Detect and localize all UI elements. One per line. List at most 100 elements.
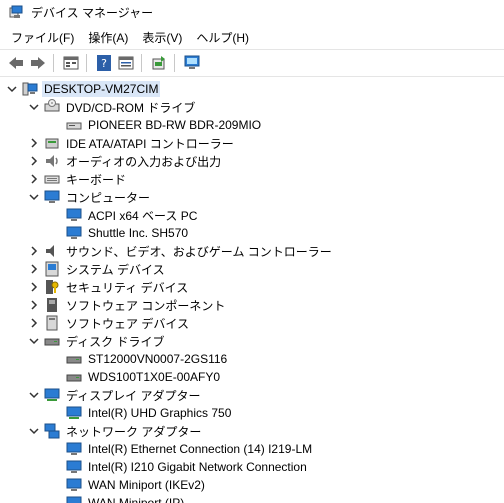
tree-category[interactable]: ソフトウェア デバイス <box>28 314 191 332</box>
tree-device-label: ST12000VN0007-2GS116 <box>88 352 228 366</box>
chevron-right-icon[interactable] <box>28 278 40 296</box>
software-component-icon <box>44 297 60 313</box>
disk-drive-icon <box>66 351 82 367</box>
tree-device-label: WAN Miniport (IP) <box>88 496 185 503</box>
update-driver-icon[interactable] <box>149 53 169 73</box>
dvd-drive-icon <box>66 117 82 133</box>
tree-category-label: システム デバイス <box>66 262 165 277</box>
disk-drive-icon <box>44 333 60 349</box>
chevron-right-icon[interactable] <box>28 152 40 170</box>
tree-device-label: Intel(R) Ethernet Connection (14) I219-L… <box>88 442 313 456</box>
network-adapter-icon <box>66 495 82 503</box>
properties-icon[interactable] <box>61 53 81 73</box>
tree-device[interactable]: ST12000VN0007-2GS116 <box>62 350 229 368</box>
tree-category[interactable]: ディスプレイ アダプター <box>28 386 203 404</box>
network-adapter-icon <box>66 477 82 493</box>
tree-category-label: セキュリティ デバイス <box>66 280 189 295</box>
tree-category[interactable]: ネットワーク アダプター <box>28 422 203 440</box>
tree-category-label: コンピューター <box>66 190 151 205</box>
display-adapter-icon <box>44 387 60 403</box>
computer-icon <box>66 207 82 223</box>
audio-icon <box>44 153 60 169</box>
chevron-down-icon[interactable] <box>28 332 40 350</box>
toolbar-separator <box>53 54 54 72</box>
chevron-right-icon[interactable] <box>28 134 40 152</box>
tree-device-label: PIONEER BD-RW BDR-209MIO <box>88 118 262 132</box>
computer-icon <box>44 189 60 205</box>
keyboard-icon <box>44 171 60 187</box>
chevron-down-icon[interactable] <box>28 188 40 206</box>
sound-icon <box>44 243 60 259</box>
svg-text:?: ? <box>101 57 107 70</box>
tree-category[interactable]: ソフトウェア コンポーネント <box>28 296 227 314</box>
help-icon[interactable]: ? <box>94 53 114 73</box>
tree-category[interactable]: オーディオの入力および出力 <box>28 152 223 170</box>
tree-category-label: オーディオの入力および出力 <box>66 154 222 169</box>
toolbar-separator <box>86 54 87 72</box>
tree-device-label: Intel(R) UHD Graphics 750 <box>88 406 232 420</box>
network-adapter-icon <box>66 441 82 457</box>
tree-device[interactable]: Intel(R) I210 Gigabit Network Connection <box>62 458 309 476</box>
menu-view[interactable]: 表示(V) <box>142 28 182 47</box>
ide-controller-icon <box>44 135 60 151</box>
chevron-right-icon[interactable] <box>28 260 40 278</box>
tree-category-label: ソフトウェア コンポーネント <box>66 298 226 313</box>
tree-category-label: ディスプレイ アダプター <box>66 388 201 403</box>
device-tree: DESKTOP-VM27CIM DVD/CD-ROM ドライブ PIONEER … <box>0 77 504 503</box>
back-arrow-icon[interactable] <box>6 53 26 73</box>
title-bar: デバイス マネージャー <box>0 0 504 24</box>
menu-action[interactable]: 操作(A) <box>88 28 128 47</box>
tree-root-label: DESKTOP-VM27CIM <box>42 81 161 97</box>
tree-device[interactable]: WDS100T1X0E-00AFY0 <box>62 368 222 386</box>
tree-device[interactable]: PIONEER BD-RW BDR-209MIO <box>62 116 263 134</box>
tree-device[interactable]: WAN Miniport (IKEv2) <box>62 476 207 494</box>
tree-device-label: WDS100T1X0E-00AFY0 <box>88 370 221 384</box>
forward-arrow-icon[interactable] <box>28 53 48 73</box>
chevron-right-icon[interactable] <box>28 242 40 260</box>
display-adapter-icon <box>66 405 82 421</box>
tree-category[interactable]: DVD/CD-ROM ドライブ <box>28 98 197 116</box>
dvd-drive-icon <box>44 99 60 115</box>
software-device-icon <box>44 315 60 331</box>
tree-device-label: WAN Miniport (IKEv2) <box>88 478 205 492</box>
menu-bar: ファイル(F) 操作(A) 表示(V) ヘルプ(H) <box>0 27 504 47</box>
chevron-down-icon[interactable] <box>28 422 40 440</box>
tree-category[interactable]: キーボード <box>28 170 128 188</box>
tree-category[interactable]: セキュリティ デバイス <box>28 278 190 296</box>
tree-device[interactable]: Intel(R) UHD Graphics 750 <box>62 404 233 422</box>
menu-file[interactable]: ファイル(F) <box>11 28 74 47</box>
tree-root[interactable]: DESKTOP-VM27CIM <box>6 80 161 98</box>
tree-device[interactable]: Intel(R) Ethernet Connection (14) I219-L… <box>62 440 314 458</box>
tree-category[interactable]: サウンド、ビデオ、およびゲーム コントローラー <box>28 242 334 260</box>
chevron-right-icon[interactable] <box>28 170 40 188</box>
window-title: デバイス マネージャー <box>31 5 154 20</box>
disk-drive-icon <box>66 369 82 385</box>
device-manager-icon <box>9 5 23 19</box>
tree-device[interactable]: WAN Miniport (IP) <box>62 494 186 503</box>
chevron-right-icon[interactable] <box>28 314 40 332</box>
chevron-down-icon[interactable] <box>28 98 40 116</box>
tree-device-label: ACPI x64 ベース PC <box>88 208 198 223</box>
chevron-down-icon[interactable] <box>6 80 18 98</box>
tree-device-label: Shuttle Inc. SH570 <box>88 226 189 240</box>
tree-category-label: キーボード <box>66 172 127 187</box>
tree-category[interactable]: システム デバイス <box>28 260 167 278</box>
security-device-icon <box>44 279 60 295</box>
network-adapter-icon <box>66 459 82 475</box>
chevron-down-icon[interactable] <box>28 386 40 404</box>
toolbar: ? <box>0 49 504 77</box>
view-icon[interactable] <box>116 53 136 73</box>
tree-device[interactable]: Shuttle Inc. SH570 <box>62 224 190 242</box>
tree-category[interactable]: IDE ATA/ATAPI コントローラー <box>28 134 236 152</box>
tree-category-label: サウンド、ビデオ、およびゲーム コントローラー <box>66 244 332 259</box>
chevron-right-icon[interactable] <box>28 296 40 314</box>
scan-hardware-icon[interactable] <box>182 53 202 73</box>
tree-category-label: ソフトウェア デバイス <box>66 316 189 331</box>
tree-category[interactable]: ディスク ドライブ <box>28 332 167 350</box>
tree-category-label: ネットワーク アダプター <box>66 424 202 439</box>
toolbar-separator <box>174 54 175 72</box>
menu-help[interactable]: ヘルプ(H) <box>196 28 249 47</box>
tree-category[interactable]: コンピューター <box>28 188 152 206</box>
tree-device-label: Intel(R) I210 Gigabit Network Connection <box>88 460 307 474</box>
tree-device[interactable]: ACPI x64 ベース PC <box>62 206 199 224</box>
